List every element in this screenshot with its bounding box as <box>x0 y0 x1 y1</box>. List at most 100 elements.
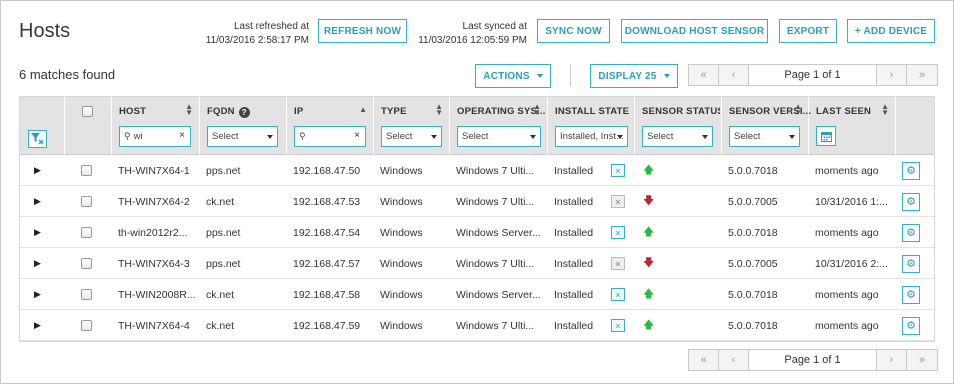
ip-filter-input[interactable]: ⚲ × <box>294 126 366 147</box>
sort-icon[interactable]: ▲ ▼ <box>881 103 889 117</box>
actions-dropdown[interactable]: ACTIONS <box>475 64 551 88</box>
type-filter-select[interactable]: Select <box>381 126 442 147</box>
cell-sensor-version: 5.0.0.7018 <box>728 226 778 239</box>
host-filter-input[interactable]: ⚲ wi × <box>119 126 191 147</box>
sensor-version-filter-select[interactable]: Select <box>729 126 800 147</box>
expand-row-button[interactable]: ▶ <box>34 279 41 310</box>
sort-icon[interactable]: ▲ ▼ <box>794 103 802 117</box>
table-body: ▶ TH-WIN7X64-1 pps.net 192.168.47.50 Win… <box>20 155 934 341</box>
refresh-now-button[interactable]: REFRESH NOW <box>318 19 407 43</box>
cell-host[interactable]: TH-WIN7X64-1 <box>118 155 198 186</box>
sort-asc-icon[interactable]: ▲ <box>359 106 367 114</box>
uninstall-icon[interactable]: × <box>611 257 625 270</box>
arrow-down-icon: 🡇 <box>643 195 655 207</box>
clear-icon[interactable]: × <box>354 130 360 141</box>
sort-icon[interactable]: ▲ ▼ <box>533 103 541 117</box>
help-icon[interactable]: ? <box>238 107 250 118</box>
first-page-button[interactable]: « <box>689 350 719 370</box>
cell-sensor-version: 5.0.0.7018 <box>728 164 778 177</box>
column-title-fqdn: FQDN? <box>207 106 250 118</box>
chevron-down-icon <box>663 74 670 78</box>
uninstall-icon[interactable]: × <box>611 319 625 332</box>
gear-icon[interactable]: ⚙ <box>902 285 920 304</box>
prev-page-button[interactable]: ‹ <box>719 350 749 370</box>
filter-clear-icon <box>31 133 44 145</box>
table-row[interactable]: ▶ TH-WIN7X64-2 ck.net 192.168.47.53 Wind… <box>20 186 934 217</box>
sensor-version-filter-value: Select <box>734 131 761 142</box>
add-device-button[interactable]: + ADD DEVICE <box>847 19 935 43</box>
cell-os: Windows Server... <box>456 226 541 239</box>
display-count-dropdown[interactable]: DISPLAY 25 <box>590 64 678 88</box>
uninstall-icon[interactable]: × <box>611 195 625 208</box>
sensor-status-filter-select[interactable]: Select <box>642 126 713 147</box>
sync-now-button[interactable]: SYNC NOW <box>537 19 610 43</box>
cell-host[interactable]: TH-WIN2008R... <box>118 279 198 310</box>
install-state-filter-select[interactable]: Installed, Inst... <box>555 126 628 147</box>
row-checkbox[interactable] <box>81 227 92 238</box>
cell-last-seen: moments ago <box>815 319 879 332</box>
last-page-button[interactable]: » <box>907 350 937 370</box>
cell-host[interactable]: TH-WIN7X64-2 <box>118 186 198 217</box>
clear-filter-button[interactable] <box>28 130 47 148</box>
expand-row-button[interactable]: ▶ <box>34 217 41 248</box>
cell-sensor-status: 🡅 <box>643 217 654 248</box>
cell-last-seen: 10/31/2016 1:... <box>815 195 888 208</box>
uninstall-icon[interactable]: × <box>611 226 625 239</box>
expand-row-button[interactable]: ▶ <box>34 155 41 186</box>
os-filter-select[interactable]: Select <box>457 126 541 147</box>
cell-ip: 192.168.47.58 <box>293 288 361 301</box>
sort-icon[interactable]: ▲ ▼ <box>435 103 443 117</box>
expand-icon: ▶ <box>34 289 41 299</box>
table-row[interactable]: ▶ TH-WIN7X64-3 pps.net 192.168.47.57 Win… <box>20 248 934 279</box>
expand-row-button[interactable]: ▶ <box>34 248 41 279</box>
row-checkbox[interactable] <box>81 196 92 207</box>
expand-row-button[interactable]: ▶ <box>34 186 41 217</box>
fqdn-filter-value: Select <box>212 131 239 142</box>
first-page-button[interactable]: « <box>689 65 719 85</box>
last-page-button[interactable]: » <box>907 65 937 85</box>
cell-install-state: Installed <box>554 319 594 332</box>
host-filter-value: wi <box>133 131 143 142</box>
download-host-sensor-button[interactable]: DOWNLOAD HOST SENSOR <box>621 19 768 43</box>
row-checkbox[interactable] <box>81 258 92 269</box>
match-count: 6 matches found <box>19 67 116 82</box>
uninstall-icon[interactable]: × <box>611 164 625 177</box>
calendar-button[interactable] <box>816 126 836 146</box>
last-refreshed-time: 11/03/2016 2:58:17 PM <box>205 35 309 46</box>
row-settings-cell: ⚙ <box>902 310 920 341</box>
gear-icon[interactable]: ⚙ <box>902 161 920 180</box>
row-checkbox[interactable] <box>81 320 92 331</box>
expand-icon: ▶ <box>34 196 41 206</box>
cell-type: Windows <box>380 257 423 270</box>
expand-row-button[interactable]: ▶ <box>34 310 41 341</box>
row-checkbox-cell <box>81 186 92 217</box>
sort-icon[interactable]: ▲ ▼ <box>185 103 193 117</box>
next-page-button[interactable]: › <box>877 350 907 370</box>
gear-icon[interactable]: ⚙ <box>902 223 920 242</box>
gear-icon[interactable]: ⚙ <box>902 254 920 273</box>
row-checkbox-cell <box>81 310 92 341</box>
row-checkbox[interactable] <box>81 289 92 300</box>
table-row[interactable]: ▶ TH-WIN7X64-1 pps.net 192.168.47.50 Win… <box>20 155 934 186</box>
table-row[interactable]: ▶ th-win2012r2... pps.net 192.168.47.54 … <box>20 217 934 248</box>
cell-host[interactable]: TH-WIN7X64-4 <box>118 310 198 341</box>
pagination-bottom: « ‹ Page 1 of 1 › » <box>688 349 938 371</box>
gear-icon[interactable]: ⚙ <box>902 192 920 211</box>
row-checkbox[interactable] <box>81 165 92 176</box>
export-button[interactable]: EXPORT <box>779 19 837 43</box>
next-page-button[interactable]: › <box>877 65 907 85</box>
clear-icon[interactable]: × <box>179 130 185 141</box>
fqdn-filter-select[interactable]: Select <box>207 126 278 147</box>
chevron-down-icon <box>789 135 795 139</box>
select-all-checkbox[interactable] <box>82 106 93 117</box>
uninstall-icon[interactable]: × <box>611 288 625 301</box>
cell-host[interactable]: th-win2012r2... <box>118 217 198 248</box>
cell-sensor-status: 🡇 <box>643 248 654 279</box>
chevron-down-icon <box>431 135 437 139</box>
table-row[interactable]: ▶ TH-WIN2008R... ck.net 192.168.47.58 Wi… <box>20 279 934 310</box>
cell-host[interactable]: TH-WIN7X64-3 <box>118 248 198 279</box>
cell-type: Windows <box>380 319 423 332</box>
table-row[interactable]: ▶ TH-WIN7X64-4 ck.net 192.168.47.59 Wind… <box>20 310 934 341</box>
prev-page-button[interactable]: ‹ <box>719 65 749 85</box>
gear-icon[interactable]: ⚙ <box>902 316 920 335</box>
